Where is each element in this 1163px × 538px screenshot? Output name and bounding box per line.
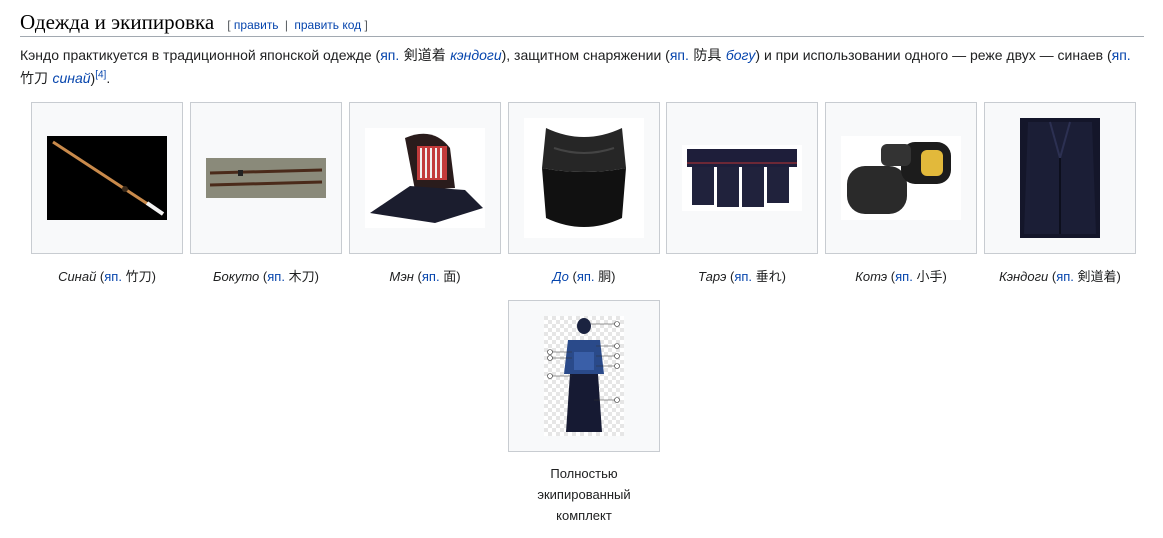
gallery-box-tare	[666, 102, 818, 254]
caption-link-do[interactable]: До	[552, 269, 568, 284]
lang-link-japanese[interactable]: яп.	[1056, 269, 1074, 284]
intro-paragraph: Кэндо практикуется в традиционной японск…	[20, 44, 1144, 90]
lang-link-japanese[interactable]: яп.	[104, 269, 122, 284]
caption-name: Тарэ	[697, 269, 727, 284]
kote-image[interactable]	[841, 136, 961, 220]
full-kit-image[interactable]	[544, 316, 624, 436]
caption-kote: Котэ (яп. 小手)	[855, 269, 947, 285]
section-title: Одежда и экипировка	[20, 10, 215, 34]
edit-link[interactable]: править	[234, 18, 279, 32]
term-link-bogu[interactable]: богу	[726, 47, 756, 63]
reference-link[interactable]: [4]	[95, 69, 106, 80]
japanese-text: 竹刀	[125, 270, 152, 285]
japanese-text: 小手	[916, 270, 943, 285]
caption-name: Синай	[58, 269, 97, 284]
term-link-kendogi[interactable]: кэндоги	[450, 47, 501, 63]
gallery-box-kote	[825, 102, 977, 254]
edit-separator: |	[284, 18, 289, 32]
lang-link-japanese[interactable]: яп.	[670, 47, 689, 63]
paragraph-text: .	[106, 70, 111, 86]
lang-link-japanese[interactable]: яп.	[577, 269, 595, 284]
japanese-text: 木刀	[288, 270, 315, 285]
shinai-image[interactable]	[47, 136, 167, 220]
caption-name: Бокуто	[213, 269, 260, 284]
caption-line: Полностью	[550, 466, 618, 481]
caption-shinai: Синай (яп. 竹刀)	[58, 269, 156, 285]
term-kendogi: кэндоги	[450, 47, 502, 63]
tare-image[interactable]	[682, 145, 802, 211]
lang-link-japanese[interactable]: яп.	[895, 269, 913, 284]
caption-name: До	[552, 269, 569, 284]
lang-link-japanese[interactable]: яп.	[1112, 47, 1131, 63]
section-heading-row: Одежда и экипировка [ править | править …	[20, 8, 1144, 37]
caption-line: экипированный	[537, 487, 631, 502]
japanese-text: 竹刀	[20, 71, 53, 87]
gallery-box-kendogi	[984, 102, 1136, 254]
term-shinai: синай	[52, 70, 91, 86]
paragraph-text: ), защитном снаряжении (	[501, 47, 670, 63]
lang-link-japanese[interactable]: яп.	[422, 269, 440, 284]
do-image[interactable]	[524, 118, 644, 238]
caption-men: Мэн (яп. 面)	[389, 269, 461, 285]
caption-bokuto: Бокуто (яп. 木刀)	[213, 269, 319, 285]
japanese-text: 面	[443, 270, 457, 285]
edit-bracket-close: ]	[364, 18, 368, 32]
caption-tare: Тарэ (яп. 垂れ)	[697, 269, 786, 285]
lang-link-japanese[interactable]: яп.	[267, 269, 285, 284]
caption-name: Котэ	[855, 269, 888, 284]
caption-name: Кэндоги	[999, 269, 1049, 284]
edit-section-links: [ править | править код ]	[227, 18, 368, 32]
caption-kendogi: Кэндоги (яп. 剣道着)	[999, 269, 1121, 285]
caption-line: комплект	[556, 508, 612, 523]
japanese-text: 剣道着	[399, 48, 451, 64]
gallery-box-men	[349, 102, 501, 254]
caption-do: До (яп. 胴)	[552, 269, 616, 285]
lang-link-japanese[interactable]: яп.	[380, 47, 399, 63]
men-image[interactable]	[365, 128, 485, 228]
japanese-text: 剣道着	[1077, 270, 1117, 285]
caption-name: Мэн	[389, 269, 414, 284]
term-link-shinai[interactable]: синай	[52, 70, 90, 86]
gallery-box-bokuto	[190, 102, 342, 254]
caption-full-kit: Полностью экипированный комплект	[508, 463, 660, 526]
bokuto-image[interactable]	[206, 158, 326, 198]
gallery-box-do	[508, 102, 660, 254]
gallery-box-full-kit	[508, 300, 660, 452]
paragraph-text: ) и при использовании одного — реже двух…	[755, 47, 1112, 63]
term-bogu: богу	[725, 47, 756, 63]
kendogi-image[interactable]	[1020, 118, 1100, 238]
gallery-box-shinai	[31, 102, 183, 254]
edit-code-link[interactable]: править код	[294, 18, 361, 32]
edit-bracket-open: [	[227, 18, 231, 32]
paragraph-text: Кэндо практикуется в традиционной японск…	[20, 47, 381, 63]
japanese-text: 胴	[598, 270, 612, 285]
japanese-text: 垂れ	[755, 270, 782, 285]
lang-link-japanese[interactable]: яп.	[734, 269, 752, 284]
japanese-text: 防具	[688, 48, 726, 64]
